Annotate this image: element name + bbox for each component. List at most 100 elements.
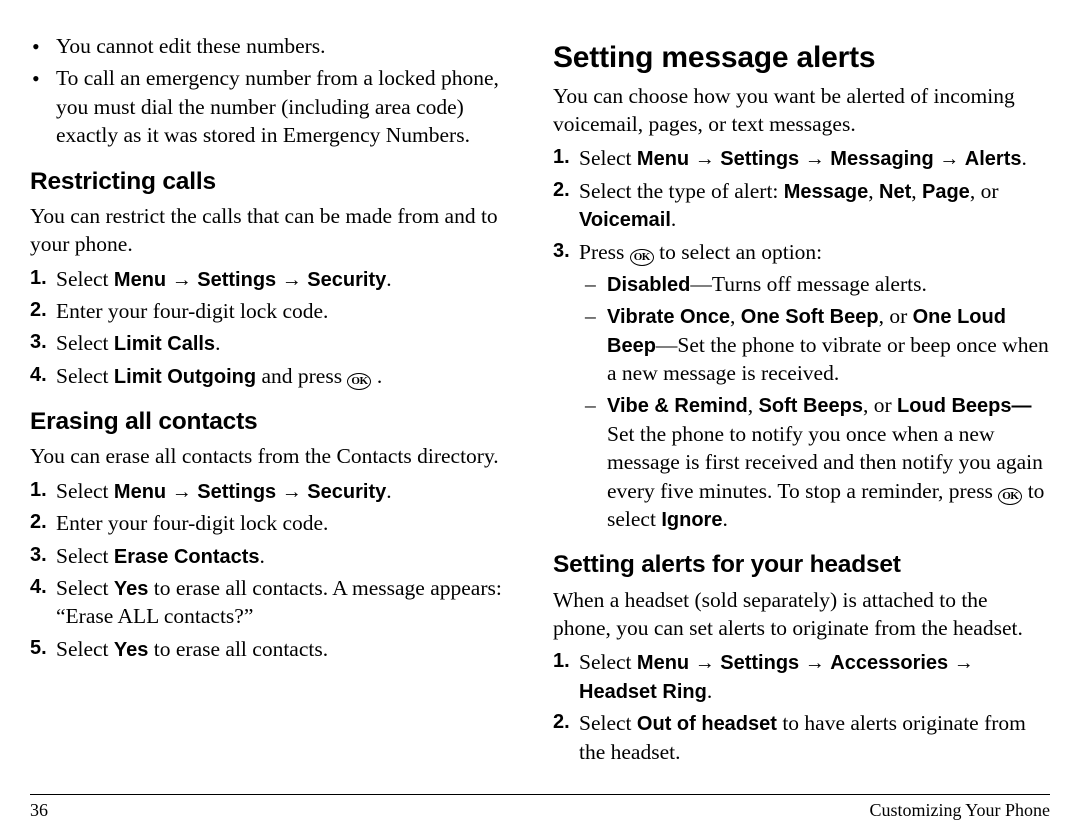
step-text: . bbox=[371, 364, 382, 388]
bullet-item: You cannot edit these numbers. bbox=[56, 32, 527, 60]
step-text: to erase all contacts. bbox=[148, 637, 328, 661]
step: Select Yes to erase all contacts. bbox=[56, 635, 527, 663]
menu-path-part: Settings bbox=[720, 148, 799, 170]
arrow-icon: → bbox=[948, 652, 974, 674]
option-name: Disabled bbox=[607, 274, 690, 296]
menu-path-part: Menu bbox=[637, 148, 689, 170]
step: Select Limit Outgoing and press OK . bbox=[56, 362, 527, 390]
option-name: Limit Outgoing bbox=[114, 366, 256, 388]
step-text: , or bbox=[970, 179, 999, 203]
restricting-calls-steps: Select Menu → Settings → Security. Enter… bbox=[30, 265, 527, 391]
step-text: Select bbox=[579, 650, 637, 674]
step: Enter your four-digit lock code. bbox=[56, 297, 527, 325]
option-name: Vibe & Remind bbox=[607, 395, 748, 417]
arrow-icon: → bbox=[799, 652, 830, 674]
step-text: , or bbox=[879, 304, 913, 328]
section-title: Customizing Your Phone bbox=[869, 800, 1050, 821]
page-footer: 36 Customizing Your Phone bbox=[30, 800, 1050, 821]
step: Select Menu → Settings → Security. bbox=[56, 477, 527, 505]
page: You cannot edit these numbers. To call a… bbox=[0, 0, 1080, 839]
step-text: . bbox=[386, 479, 391, 503]
step-text: . bbox=[722, 507, 727, 531]
arrow-icon: → bbox=[689, 652, 720, 674]
left-column: You cannot edit these numbers. To call a… bbox=[30, 32, 527, 772]
step-text: Select bbox=[56, 364, 114, 388]
bullet-item: To call an emergency number from a locke… bbox=[56, 64, 527, 149]
step-text: , bbox=[748, 393, 759, 417]
menu-path-part: Messaging bbox=[830, 148, 933, 170]
paragraph: You can erase all contacts from the Cont… bbox=[30, 442, 527, 470]
step: Select the type of alert: Message, Net , … bbox=[579, 177, 1050, 234]
option-name: One Soft Beep bbox=[741, 306, 879, 328]
two-column-layout: You cannot edit these numbers. To call a… bbox=[30, 32, 1050, 772]
step-text: — bbox=[1012, 395, 1032, 417]
option-name: Vibrate Once bbox=[607, 306, 730, 328]
page-number: 36 bbox=[30, 800, 48, 821]
menu-path-part: Menu bbox=[637, 652, 689, 674]
alert-options-list: Disabled—Turns off message alerts. Vibra… bbox=[579, 270, 1050, 533]
step-text: , or bbox=[863, 393, 897, 417]
heading-erasing-contacts: Erasing all contacts bbox=[30, 406, 527, 438]
paragraph: When a headset (sold separately) is atta… bbox=[553, 586, 1050, 643]
step-text: Select bbox=[56, 479, 114, 503]
paragraph: You can choose how you want be alerted o… bbox=[553, 82, 1050, 139]
step-text: . bbox=[386, 267, 391, 291]
step: Select Menu → Settings → Accessories → H… bbox=[579, 648, 1050, 705]
step: Select Menu → Settings → Security. bbox=[56, 265, 527, 293]
option-name: Message bbox=[784, 181, 869, 203]
step-text: Select the type of alert: bbox=[579, 179, 784, 203]
arrow-icon: → bbox=[276, 269, 307, 291]
menu-path-part: Menu bbox=[114, 269, 166, 291]
step-text: , bbox=[730, 304, 741, 328]
ok-button-icon: OK bbox=[630, 249, 654, 266]
step-text: to select an option: bbox=[654, 240, 822, 264]
menu-path-part: Settings bbox=[197, 269, 276, 291]
menu-path-part: Headset Ring bbox=[579, 681, 707, 703]
option-name: Net bbox=[879, 181, 911, 203]
option-name: Yes bbox=[114, 578, 148, 600]
option-name: Erase Contacts bbox=[114, 546, 260, 568]
step-text: , bbox=[868, 179, 879, 203]
message-alerts-steps: Select Menu → Settings → Messaging → Ale… bbox=[553, 144, 1050, 533]
option-name: Out of headset bbox=[637, 713, 777, 735]
option-name: Voicemail bbox=[579, 209, 671, 231]
step: Enter your four-digit lock code. bbox=[56, 509, 527, 537]
option-name: Limit Calls bbox=[114, 333, 215, 355]
heading-headset-alerts: Setting alerts for your headset bbox=[553, 549, 1050, 581]
dash-item: Disabled—Turns off message alerts. bbox=[607, 270, 1050, 298]
arrow-icon: → bbox=[166, 481, 197, 503]
step-text: . bbox=[671, 207, 676, 231]
menu-path-part: Settings bbox=[720, 652, 799, 674]
step-text: Select bbox=[579, 711, 637, 735]
option-desc: —Set the phone to vibrate or beep once w… bbox=[607, 333, 1049, 385]
step-text: . bbox=[260, 544, 265, 568]
menu-path-part: Menu bbox=[114, 481, 166, 503]
step-text: and press bbox=[256, 364, 347, 388]
step-text: Select bbox=[56, 544, 114, 568]
step-text: . bbox=[707, 679, 712, 703]
option-name: Ignore bbox=[661, 509, 722, 531]
step-text: Select bbox=[56, 267, 114, 291]
heading-setting-message-alerts: Setting message alerts bbox=[553, 38, 1050, 78]
menu-path-part: Settings bbox=[197, 481, 276, 503]
footer-divider bbox=[30, 794, 1050, 795]
menu-path-part: Security bbox=[307, 269, 386, 291]
step-text: . bbox=[215, 331, 220, 355]
arrow-icon: → bbox=[799, 148, 830, 170]
dash-item: Vibe & Remind, Soft Beeps, or Loud Beeps… bbox=[607, 391, 1050, 533]
step-text: Select bbox=[56, 331, 114, 355]
step-text: Press bbox=[579, 240, 630, 264]
option-name: Yes bbox=[114, 639, 148, 661]
option-name: Page bbox=[922, 181, 970, 203]
step-text: Select bbox=[56, 637, 114, 661]
paragraph: You can restrict the calls that can be m… bbox=[30, 202, 527, 259]
arrow-icon: → bbox=[276, 481, 307, 503]
erasing-contacts-steps: Select Menu → Settings → Security. Enter… bbox=[30, 477, 527, 663]
step: Select Limit Calls. bbox=[56, 329, 527, 357]
right-column: Setting message alerts You can choose ho… bbox=[553, 32, 1050, 772]
step: Select Yes to erase all contacts. A mess… bbox=[56, 574, 527, 631]
step: Select Erase Contacts. bbox=[56, 542, 527, 570]
option-desc: —Turns off message alerts. bbox=[690, 272, 926, 296]
option-desc: Set the phone to notify you once when a … bbox=[607, 422, 1043, 503]
dash-item: Vibrate Once, One Soft Beep, or One Loud… bbox=[607, 302, 1050, 387]
